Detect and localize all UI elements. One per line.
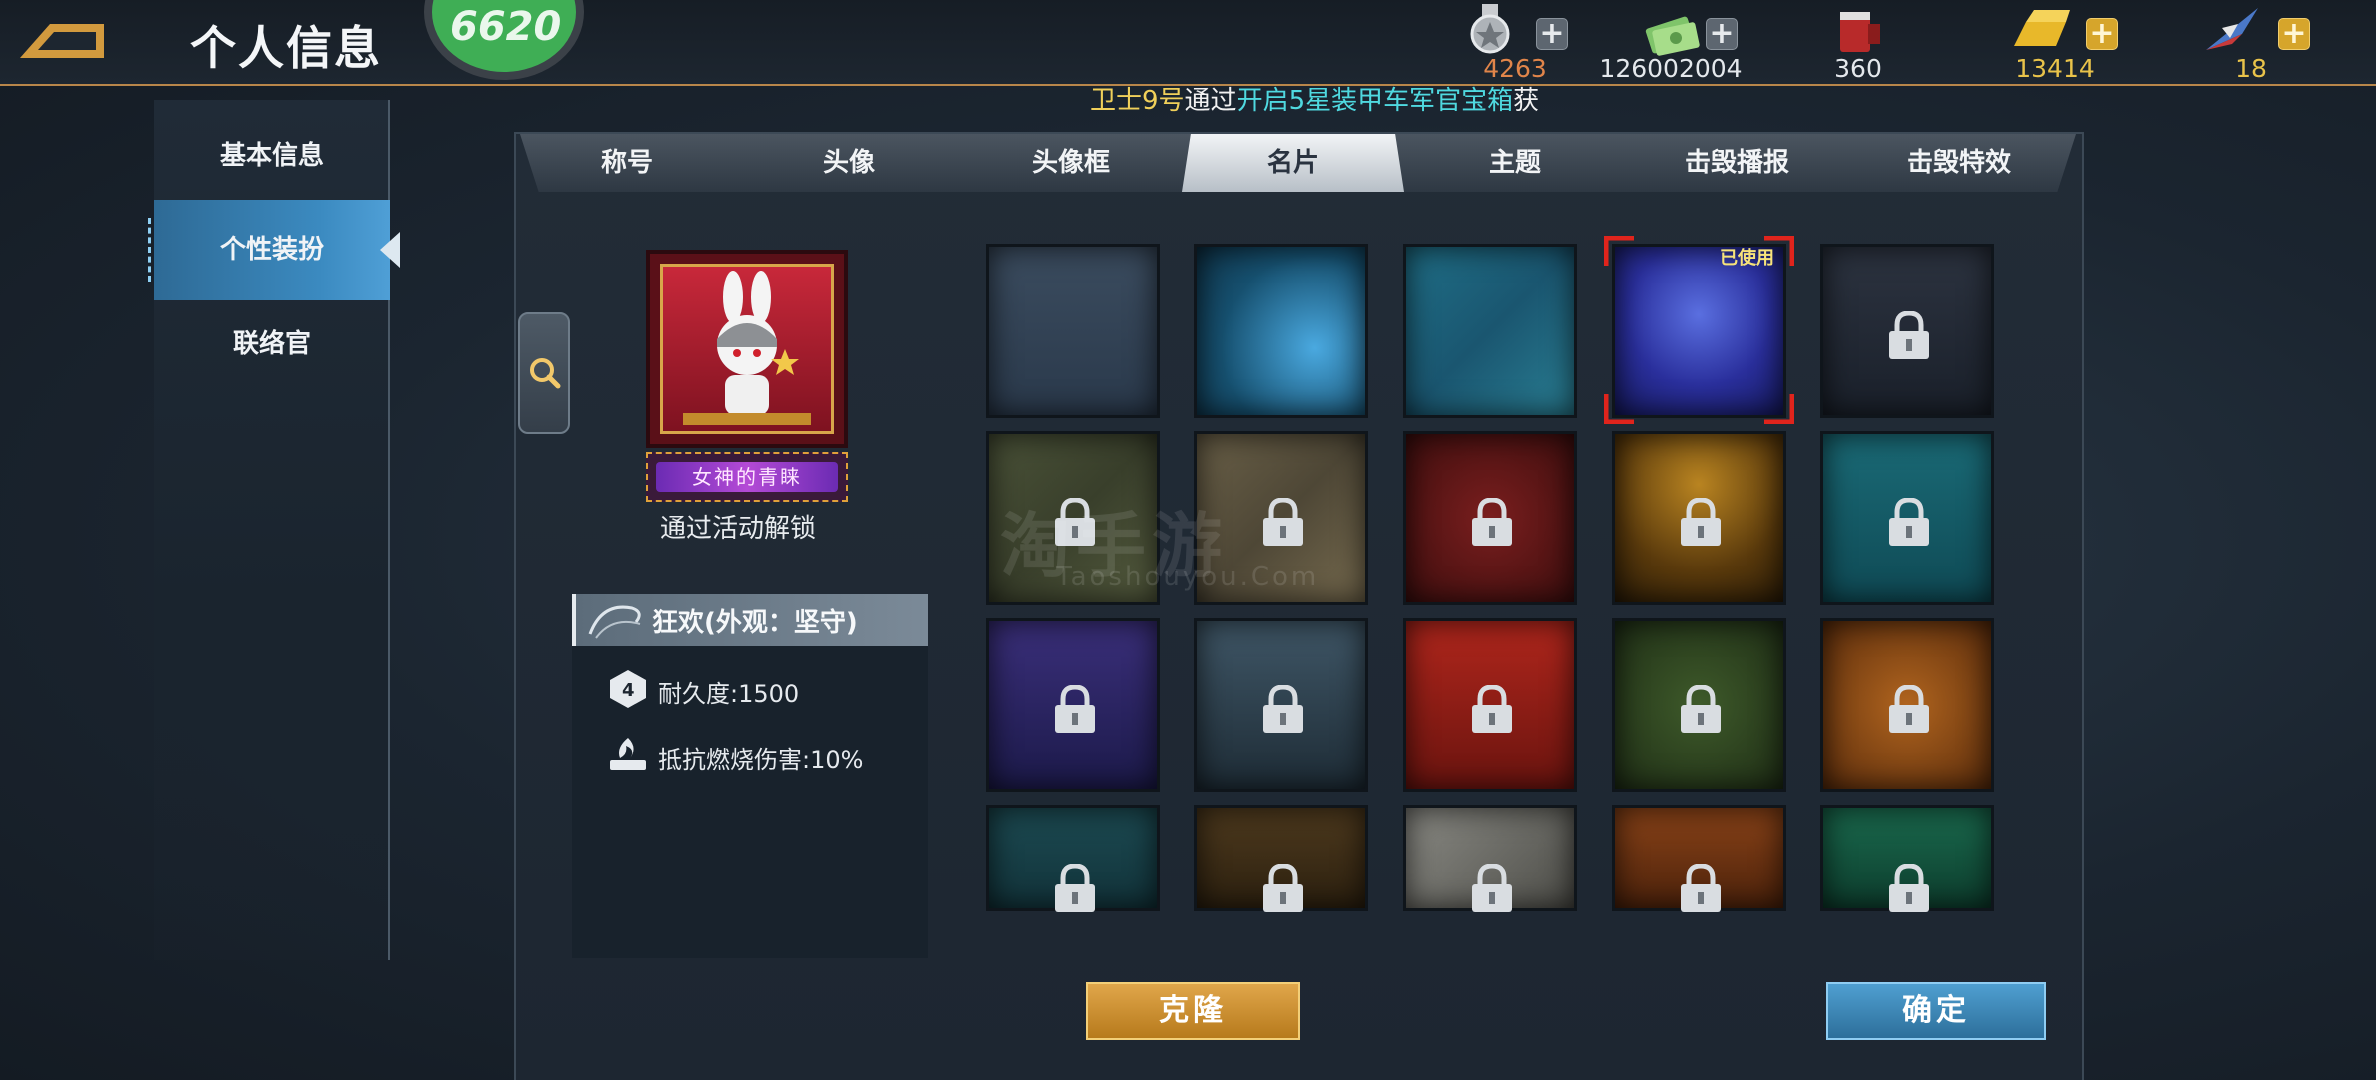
name-card-stripe-grey[interactable] bbox=[1403, 805, 1577, 912]
add-medal-button[interactable]: + bbox=[1536, 18, 1568, 50]
name-card-galaxy-blue[interactable] bbox=[1612, 244, 1786, 418]
resource-cash: + 126002004 bbox=[1596, 2, 1746, 83]
lock-icon bbox=[1472, 864, 1512, 912]
gold-bar-icon bbox=[2014, 10, 2070, 46]
lock-icon bbox=[1263, 685, 1303, 733]
sidebar-item-basic-info[interactable]: 基本信息 bbox=[154, 106, 390, 206]
fire-resist-icon bbox=[610, 738, 646, 770]
lock-icon bbox=[1472, 685, 1512, 733]
lock-icon bbox=[1681, 498, 1721, 546]
tab-theme[interactable]: 主题 bbox=[1404, 134, 1626, 192]
name-card-crimson[interactable] bbox=[1403, 431, 1577, 605]
sidebar: 基本信息 个性装扮 联络官 bbox=[148, 100, 400, 960]
lock-icon bbox=[1263, 498, 1303, 546]
nameplate: 女神的青睐 bbox=[646, 452, 848, 502]
lock-icon bbox=[1889, 498, 1929, 546]
watermark-sub: Taoshouyou.Com bbox=[1056, 562, 1320, 592]
ticker-tail: 获 bbox=[1513, 86, 1540, 116]
sidebar-item-label: 基本信息 bbox=[219, 141, 324, 171]
name-card-night-purple[interactable] bbox=[986, 618, 1160, 792]
card-title: 狂欢(外观：坚守) bbox=[652, 608, 858, 638]
add-gold-button[interactable]: + bbox=[2086, 18, 2118, 50]
name-card-tank-silhouette[interactable] bbox=[1194, 618, 1368, 792]
lock-icon bbox=[1681, 685, 1721, 733]
name-card-hex-grid-blue[interactable] bbox=[986, 244, 1160, 418]
name-card-autumn-leaves[interactable] bbox=[1820, 618, 1994, 792]
name-card-star-dark[interactable] bbox=[1820, 244, 1994, 418]
armor-shield-icon: 4 bbox=[610, 670, 646, 708]
tab-kill-effect[interactable]: 击毁特效 bbox=[1848, 134, 2070, 192]
paint-bucket-icon bbox=[1840, 12, 1880, 52]
svg-text:4: 4 bbox=[622, 680, 635, 701]
sidebar-item-liaison[interactable]: 联络官 bbox=[154, 294, 390, 394]
cash-value: 126002004 bbox=[1599, 54, 1743, 83]
ticker-player: 卫士9号 bbox=[1090, 86, 1185, 116]
unlock-text: 通过活动解锁 bbox=[659, 514, 816, 544]
name-card-swirl-orange[interactable] bbox=[1612, 805, 1786, 912]
lock-icon bbox=[1263, 864, 1303, 912]
medal-value: 4263 bbox=[1483, 54, 1547, 83]
card-info-box: 狂欢(外观：坚守) 4 耐久度:1500 抵抗燃烧伤害:10% bbox=[572, 594, 928, 958]
rabbit-avatar-icon bbox=[683, 271, 811, 425]
tab-title[interactable]: 称号 bbox=[516, 134, 738, 192]
jet-value: 18 bbox=[2235, 54, 2267, 83]
emblem-text: 6620 bbox=[450, 4, 562, 50]
clone-button[interactable]: 克隆 bbox=[1086, 982, 1300, 1040]
cash-icon bbox=[1645, 16, 1700, 56]
in-use-badge: 已使用 bbox=[1720, 248, 1774, 269]
add-cash-button[interactable]: + bbox=[1706, 18, 1738, 50]
paint-value: 360 bbox=[1834, 54, 1882, 83]
jet-icon bbox=[2206, 8, 2258, 50]
active-pointer-icon bbox=[380, 232, 400, 268]
lock-icon bbox=[1889, 311, 1929, 359]
lock-icon bbox=[1055, 685, 1095, 733]
ticker-action: 开启5星装甲车军官宝箱 bbox=[1236, 86, 1514, 116]
name-card-stars-bronze[interactable] bbox=[1194, 805, 1368, 912]
name-card-circuit-teal[interactable] bbox=[1403, 244, 1577, 418]
name-card-leaf-teal[interactable] bbox=[986, 805, 1160, 912]
confirm-button[interactable]: 确定 bbox=[1826, 982, 2046, 1040]
gold-value: 13414 bbox=[2015, 54, 2095, 83]
broadcast-ticker: 卫士9号通过开启5星装甲车军官宝箱获 bbox=[1090, 80, 1539, 117]
search-button[interactable] bbox=[518, 312, 570, 434]
resource-medal: + 4263 bbox=[1440, 2, 1590, 83]
add-jet-button[interactable]: + bbox=[2278, 18, 2310, 50]
swirl-icon bbox=[588, 605, 641, 639]
ticker-verb: 通过 bbox=[1184, 86, 1237, 116]
name-card-star-flag[interactable] bbox=[1403, 618, 1577, 792]
lock-icon bbox=[1055, 864, 1095, 912]
sidebar-item-label: 联络官 bbox=[232, 329, 311, 359]
nameplate-text: 女神的青睐 bbox=[656, 462, 838, 492]
rank-emblem: 6620 bbox=[424, 0, 584, 80]
stat-label: 耐久度:1500 bbox=[658, 680, 800, 708]
sidebar-item-customization[interactable]: 个性装扮 bbox=[148, 200, 400, 300]
name-card-emerald[interactable] bbox=[1820, 805, 1994, 912]
back-arrow-icon bbox=[20, 24, 104, 58]
stat-label: 抵抗燃烧伤害:10% bbox=[658, 746, 864, 774]
sidebar-item-label: 个性装扮 bbox=[219, 235, 324, 265]
name-card-teal-waves[interactable] bbox=[1820, 431, 1994, 605]
tab-avatar[interactable]: 头像 bbox=[738, 134, 960, 192]
tab-kill-broadcast[interactable]: 击毁播报 bbox=[1626, 134, 1848, 192]
lock-icon bbox=[1889, 864, 1929, 912]
lock-icon bbox=[1889, 685, 1929, 733]
name-card-hex-cyber-teal[interactable] bbox=[1194, 244, 1368, 418]
resource-paint: 360 bbox=[1800, 2, 1916, 83]
resource-jet: + 18 bbox=[2186, 2, 2316, 83]
lock-icon bbox=[1681, 864, 1721, 912]
lock-icon bbox=[1472, 498, 1512, 546]
tab-avatar-frame[interactable]: 头像框 bbox=[960, 134, 1182, 192]
page-title: 个人信息 bbox=[190, 21, 382, 75]
back-button[interactable] bbox=[16, 14, 108, 64]
card-info-header: 狂欢(外观：坚守) bbox=[572, 594, 928, 646]
resource-gold: + 13414 bbox=[1990, 2, 2120, 83]
tab-name-card[interactable]: 名片 bbox=[1182, 134, 1404, 192]
name-card-amber-glow[interactable] bbox=[1612, 431, 1786, 605]
magnifier-icon bbox=[530, 358, 561, 389]
avatar-preview bbox=[646, 250, 848, 448]
name-card-floral-green[interactable] bbox=[1612, 618, 1786, 792]
avatar-frame bbox=[660, 264, 834, 434]
medal-icon bbox=[1470, 4, 1510, 54]
